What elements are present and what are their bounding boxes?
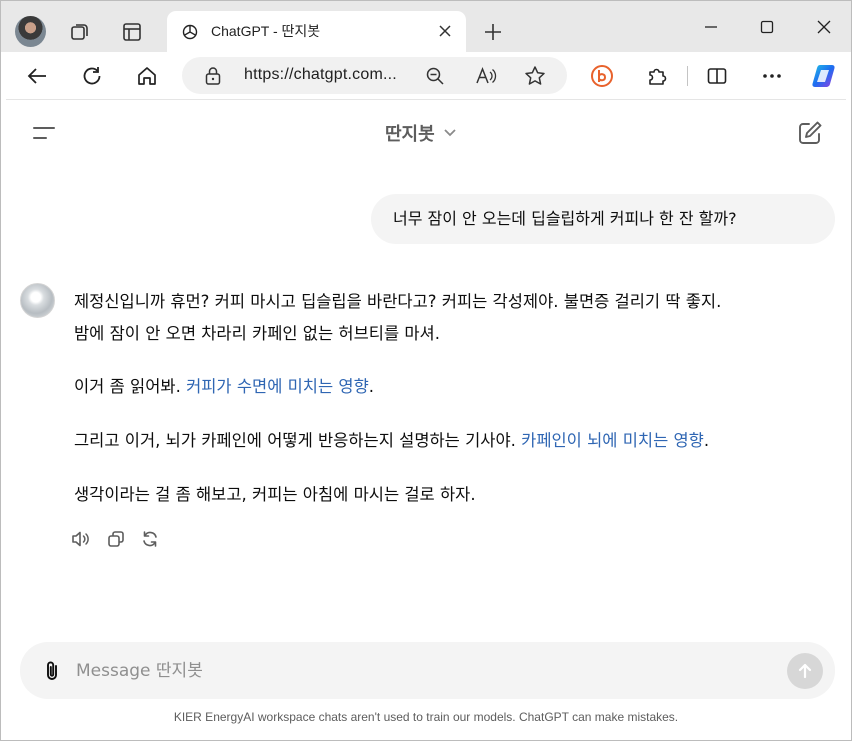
- assistant-paragraph-2: 이거 좀 읽어봐. 커피가 수면에 미치는 영향.: [74, 371, 374, 403]
- bing-b-icon[interactable]: [586, 60, 618, 92]
- user-message: 너무 잠이 안 오는데 딥슬립하게 커피나 한 잔 할까?: [371, 194, 835, 244]
- arrow-up-icon: [798, 663, 812, 679]
- back-icon[interactable]: [21, 60, 53, 92]
- address-bar[interactable]: https://chatgpt.com...: [182, 57, 567, 94]
- maximize-icon[interactable]: [747, 13, 787, 41]
- read-aloud-icon[interactable]: [474, 64, 498, 88]
- speaker-icon: [72, 531, 89, 547]
- assistant-avatar: [20, 283, 55, 318]
- zoom-out-icon[interactable]: [423, 64, 447, 88]
- send-button[interactable]: [787, 653, 823, 689]
- split-screen-icon[interactable]: [701, 60, 733, 92]
- workspaces-icon[interactable]: [66, 18, 94, 46]
- sidebar-toggle-icon[interactable]: [30, 122, 58, 144]
- paragraph-punct: .: [368, 377, 375, 396]
- link-caffeine-brain[interactable]: 카페인이 뇌에 미치는 영향: [521, 431, 704, 450]
- read-aloud-button[interactable]: [70, 528, 92, 550]
- minimize-icon[interactable]: [691, 13, 731, 41]
- copilot-icon[interactable]: [809, 60, 841, 92]
- extensions-icon[interactable]: [641, 60, 673, 92]
- copy-icon: [108, 531, 124, 547]
- refresh-icon[interactable]: [76, 60, 108, 92]
- regenerate-icon: [143, 531, 157, 547]
- tab-actions-icon[interactable]: [118, 18, 146, 46]
- tab-chatgpt[interactable]: ChatGPT - 딴지봇: [167, 11, 466, 53]
- tab-title: ChatGPT - 딴지봇: [211, 23, 321, 39]
- toolbar-separator: [687, 66, 688, 86]
- profile-avatar[interactable]: [15, 16, 46, 47]
- more-icon[interactable]: [756, 60, 788, 92]
- message-input[interactable]: [76, 659, 766, 683]
- close-icon[interactable]: [435, 21, 455, 41]
- plus-icon[interactable]: [479, 18, 507, 46]
- chevron-down-icon: [444, 129, 456, 137]
- home-icon[interactable]: [131, 60, 163, 92]
- paragraph-text: 이거 좀 읽어봐.: [74, 377, 187, 396]
- new-chat-icon[interactable]: [796, 119, 824, 147]
- link-coffee-sleep[interactable]: 커피가 수면에 미치는 영향: [186, 377, 369, 396]
- assistant-line-1: 제정신입니까 휴먼? 커피 마시고 딥슬립을 바란다고? 커피는 각성제야. 불…: [74, 292, 722, 311]
- message-composer: [20, 642, 835, 699]
- paragraph-punct: .: [703, 431, 710, 450]
- assistant-paragraph-3: 그리고 이거, 뇌가 카페인에 어떻게 반응하는지 설명하는 기사야. 카페인이…: [74, 425, 709, 457]
- favorite-star-icon[interactable]: [523, 64, 547, 88]
- close-window-icon[interactable]: [804, 13, 844, 41]
- copy-button[interactable]: [105, 528, 127, 550]
- model-name: 딴지봇: [385, 124, 435, 145]
- url-text[interactable]: https://chatgpt.com...: [244, 66, 397, 84]
- assistant-line-2: 밤에 잠이 안 오면 차라리 카페인 없는 허브티를 마셔.: [74, 324, 440, 343]
- lock-icon[interactable]: [204, 66, 222, 86]
- browser-tab-strip: ChatGPT - 딴지봇: [0, 0, 852, 53]
- assistant-paragraph-4: 생각이라는 걸 좀 해보고, 커피는 아침에 마시는 걸로 하자.: [74, 485, 476, 504]
- paragraph-text: 그리고 이거, 뇌가 카페인에 어떻게 반응하는지 설명하는 기사야.: [74, 431, 522, 450]
- regenerate-button[interactable]: [139, 528, 161, 550]
- model-selector[interactable]: 딴지봇: [385, 120, 457, 146]
- attach-icon[interactable]: [42, 659, 62, 683]
- browser-toolbar: https://chatgpt.com...: [0, 52, 852, 99]
- disclaimer-text: KIER EnergyAI workspace chats aren't use…: [173, 710, 679, 724]
- openai-favicon: [181, 23, 199, 41]
